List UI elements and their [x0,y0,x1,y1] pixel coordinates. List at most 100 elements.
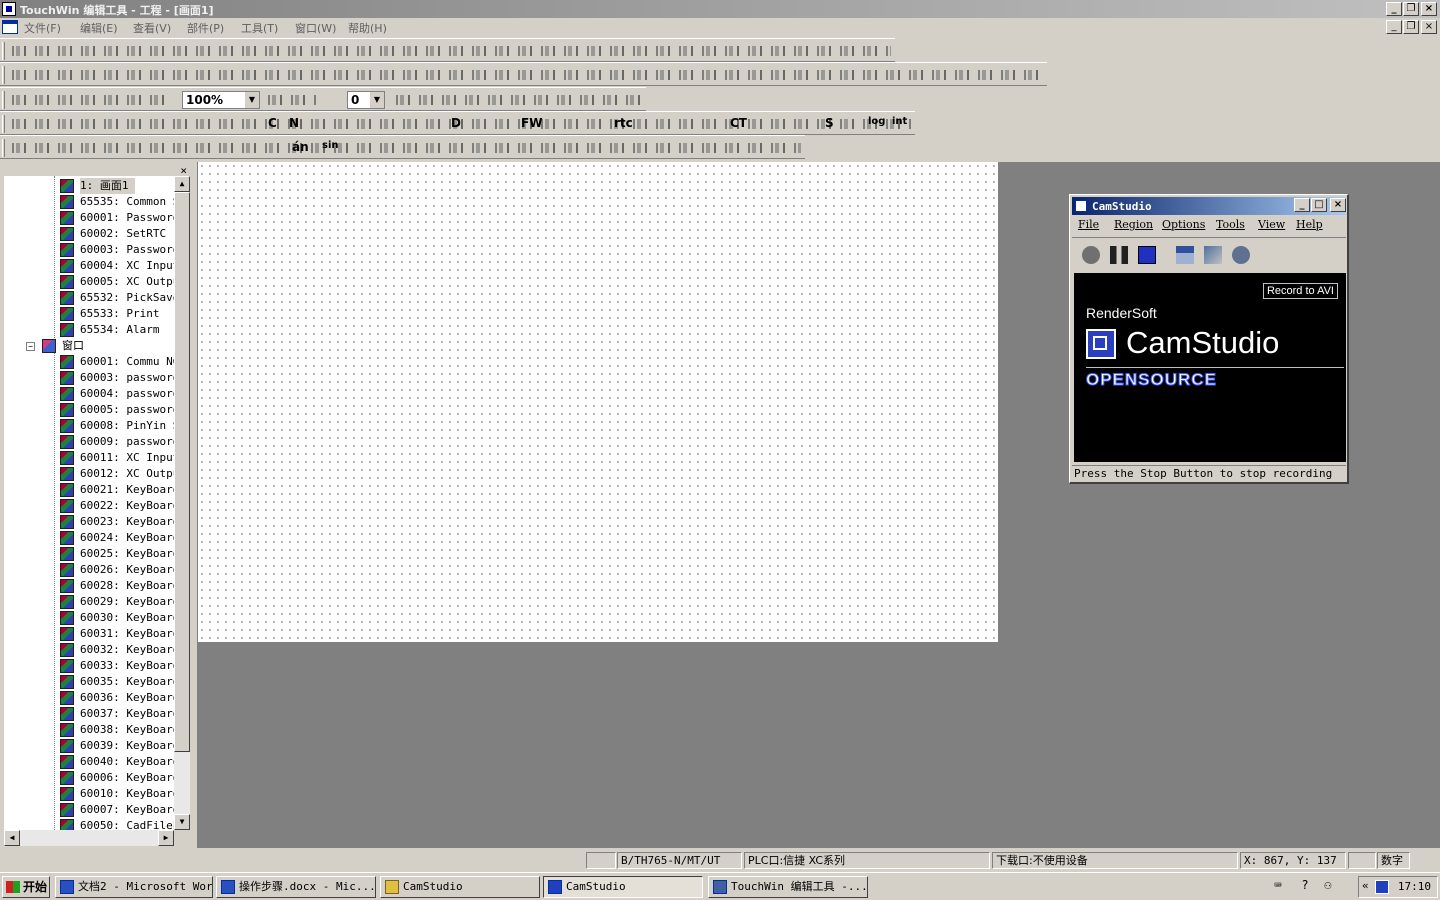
tree-item[interactable]: 60032: KeyBoard [4,642,174,658]
tree-item[interactable]: 60012: XC Outpu [4,466,174,482]
tree-item[interactable]: 65532: PickSave [4,290,174,306]
tool-rtc[interactable]: rtc [614,116,633,130]
tree-item[interactable]: 60031: KeyBoard [4,626,174,642]
chevron-down-icon[interactable]: ▼ [245,92,259,108]
camstudio-minimize-button[interactable]: _ [1294,198,1310,212]
tree-item[interactable]: 60007: KeyBoard [4,802,174,818]
camstudio-maximize-button[interactable]: □ [1311,198,1327,212]
camstudio-menu-tools[interactable]: Tools [1216,218,1245,231]
tree-item[interactable]: 60004: password [4,386,174,402]
tree-item[interactable]: 60009: password [4,434,174,450]
collapse-icon[interactable]: − [26,342,35,351]
layer-combo[interactable]: 0 ▼ [347,91,385,109]
pause-icon[interactable] [1110,246,1128,264]
scroll-right-icon[interactable]: ▶ [158,830,174,846]
menu-tools[interactable]: 工具(T) [241,20,278,35]
restore-button[interactable]: ❐ [1403,2,1419,16]
scroll-thumb[interactable] [174,192,190,752]
tree-item[interactable]: 60006: KeyBoard [4,770,174,786]
tree-item[interactable]: 60011: XC Input [4,450,174,466]
stop-icon[interactable] [1138,246,1156,264]
tool-ct[interactable]: CT [730,116,747,130]
record-icon[interactable] [1082,246,1100,264]
tree-item[interactable]: 60030: KeyBoard [4,610,174,626]
menu-file[interactable]: 文件(F) [24,20,61,35]
tool-c[interactable]: C [268,116,277,130]
tree-item[interactable]: 65534: Alarm [4,322,174,338]
minimize-button[interactable]: _ [1386,2,1402,16]
toolbar-align-icons[interactable] [8,91,166,109]
swf-icon[interactable] [1232,246,1250,264]
camstudio-menu-options[interactable]: Options [1162,218,1205,231]
toolbar-grip[interactable] [2,66,5,84]
tree-item[interactable]: 60037: KeyBoard [4,706,174,722]
tree-item[interactable]: 1: 画面1 [4,178,174,194]
toolbar-object-icons[interactable] [392,91,642,109]
tool-an[interactable]: án [292,140,309,154]
close-button[interactable]: × [1421,2,1437,16]
tree-item[interactable]: 60036: KeyBoard [4,690,174,706]
toolbar-grip[interactable] [2,42,5,60]
camstudio-menu-help[interactable]: Help [1296,218,1323,231]
tool-int[interactable]: int [892,116,907,127]
tree-folder-window[interactable]: − 窗口 [4,338,174,354]
tree-item[interactable]: 60025: KeyBoard [4,546,174,562]
tree-item[interactable]: 60040: KeyBoard [4,754,174,770]
start-button[interactable]: 开始 [2,876,50,898]
tree-item[interactable]: 60002: SetRTC [4,226,174,242]
tree-vertical-scrollbar[interactable]: ▲ ▼ [174,176,190,830]
tree-item[interactable]: 60010: KeyBoard [4,786,174,802]
tray-expand-icon[interactable]: « [1362,879,1369,892]
doc-minimize-button[interactable]: _ [1386,20,1402,34]
toolbar-drawing-icons[interactable] [8,66,1043,84]
annotate-icon[interactable] [1176,246,1194,264]
tree-item[interactable]: 60029: KeyBoard [4,594,174,610]
tree-item[interactable]: 60028: KeyBoard [4,578,174,594]
tree-item[interactable]: 60026: KeyBoard [4,562,174,578]
network-icon[interactable]: ⚇ [1320,878,1336,894]
tree-item[interactable]: 60033: KeyBoard [4,658,174,674]
tool-log[interactable]: log [868,116,885,127]
screen-canvas[interactable] [198,162,998,642]
taskbar-button-touchwin[interactable]: TouchWin 编辑工具 -... [708,876,868,898]
doc-close-button[interactable]: × [1421,20,1437,34]
taskbar-button-word-doc2[interactable]: 文档2 - Microsoft Word [55,876,213,898]
toolbar-grip[interactable] [2,91,5,109]
tree-item[interactable]: 65535: Common S [4,194,174,210]
zoom-combo[interactable]: 100% ▼ [182,91,260,109]
tree-item[interactable]: 65533: Print [4,306,174,322]
tree-item[interactable]: 60038: KeyBoard [4,722,174,738]
tree-item[interactable]: 60050: CadFileL [4,818,174,830]
tree-item[interactable]: 60005: XC Outpu [4,274,174,290]
tree-item[interactable]: 60008: PinYin S [4,418,174,434]
tree-horizontal-scrollbar[interactable]: ◀ ▶ [4,830,174,846]
scroll-left-icon[interactable]: ◀ [4,830,20,846]
camstudio-tray-icon[interactable] [1375,880,1389,894]
menu-window[interactable]: 窗口(W) [295,20,336,35]
tool-n[interactable]: N [289,116,299,130]
tree-item[interactable]: 60005: password [4,402,174,418]
help-icon[interactable]: ? [1297,878,1313,894]
tree-item[interactable]: 60001: Password [4,210,174,226]
toolbar-grip[interactable] [2,115,5,133]
tree-item[interactable]: 60035: KeyBoard [4,674,174,690]
taskbar-button-camstudio[interactable]: CamStudio [543,876,703,898]
scroll-down-icon[interactable]: ▼ [174,814,190,830]
camstudio-close-button[interactable]: × [1330,198,1346,212]
tree-item[interactable]: 60022: KeyBoard [4,498,174,514]
camstudio-title-bar[interactable]: CamStudio _ □ × [1072,197,1346,215]
scroll-up-icon[interactable]: ▲ [174,176,190,192]
camstudio-menu-file[interactable]: File [1078,218,1099,231]
app-icon[interactable] [2,2,16,16]
tree-item[interactable]: 60024: KeyBoard [4,530,174,546]
toolbar-functions-icons[interactable] [8,139,801,157]
toolbar-grip[interactable] [2,139,5,157]
tree-item[interactable]: 60023: KeyBoard [4,514,174,530]
tree-item[interactable]: 60003: password [4,370,174,386]
document-icon[interactable] [2,20,18,34]
autopan-icon[interactable] [1204,246,1222,264]
menu-view[interactable]: 查看(V) [133,20,171,35]
tool-sin[interactable]: sin [322,140,339,151]
tree-item[interactable]: 60039: KeyBoard [4,738,174,754]
menu-help[interactable]: 帮助(H) [348,20,387,35]
